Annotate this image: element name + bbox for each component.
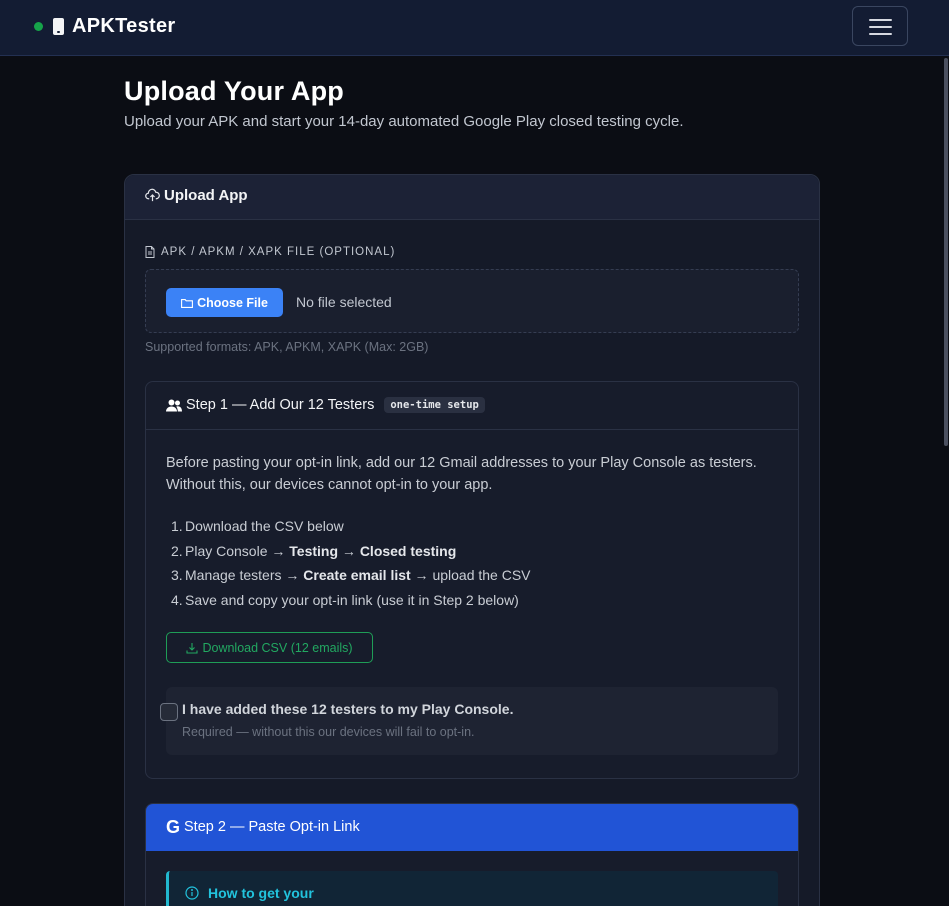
- step1-title: Step 1 — Add Our 12 Testers: [186, 397, 375, 413]
- step1-body: Before pasting your opt-in link, add our…: [166, 452, 778, 612]
- hamburger-line: [869, 26, 892, 28]
- info-icon: [185, 886, 199, 900]
- brand-name: APKTester: [72, 14, 176, 37]
- choose-file-button[interactable]: Choose File: [166, 288, 283, 317]
- navbar: APKTester: [0, 0, 949, 56]
- file-field-label: APK / APKM / XAPK FILE (OPTIONAL): [145, 246, 395, 258]
- menu-toggle-button[interactable]: [852, 6, 908, 46]
- step2-header: G Step 2 — Paste Opt-in Link: [146, 804, 798, 851]
- file-icon: [145, 246, 155, 258]
- step2-card: G Step 2 — Paste Opt-in Link How to get …: [145, 803, 799, 906]
- download-csv-label: Download CSV (12 emails): [202, 640, 353, 655]
- page-subtitle: Upload your APK and start your 14-day au…: [124, 113, 684, 130]
- step1-card: Step 1 — Add Our 12 Testers one-time set…: [145, 381, 799, 779]
- phone-icon: [53, 17, 64, 35]
- file-input[interactable]: Choose File No file selected: [145, 269, 799, 333]
- hamburger-line: [869, 33, 892, 35]
- testers-confirm-label[interactable]: I have added these 12 testers to my Play…: [182, 701, 513, 717]
- download-csv-button[interactable]: Download CSV (12 emails): [166, 632, 373, 663]
- testers-added-checkbox[interactable]: [160, 703, 178, 721]
- list-item: 4. Save and copy your opt-in link (use it…: [171, 591, 519, 608]
- step1-intro: Before pasting your opt-in link, add our…: [166, 455, 757, 493]
- upload-card-title: Upload App: [164, 187, 248, 204]
- google-icon: G: [166, 817, 181, 837]
- selected-file-name: No file selected: [296, 294, 392, 310]
- choose-file-label: Choose File: [197, 295, 268, 310]
- formats-hint: Supported formats: APK, APKM, XAPK (Max:…: [145, 340, 429, 354]
- hamburger-line: [869, 19, 892, 21]
- step1-header: Step 1 — Add Our 12 Testers one-time set…: [146, 382, 798, 430]
- file-field-label-text: APK / APKM / XAPK FILE (OPTIONAL): [161, 246, 396, 258]
- status-dot-icon: [34, 21, 43, 31]
- download-icon: [186, 642, 199, 654]
- step2-title: Step 2 — Paste Opt-in Link: [184, 819, 360, 835]
- step1-instructions: 1. Download the CSV below 2. Play Console …: [166, 514, 778, 612]
- list-item: 3. Manage testers → Create email list → u…: [171, 567, 531, 583]
- upload-card-header: Upload App: [125, 175, 819, 220]
- list-item: 2. Play Console → Testing → Closed testin…: [171, 542, 457, 559]
- testers-confirm-box: I have added these 12 testers to my Play…: [160, 687, 778, 755]
- folder-icon: [181, 298, 194, 308]
- testers-confirm-note: Required — without this our devices will…: [182, 725, 475, 739]
- people-icon: [166, 399, 182, 411]
- optin-info-text: How to get your: [208, 885, 314, 901]
- upload-card: Upload App APK / APKM / XAPK FILE (OPTIO…: [124, 174, 820, 906]
- list-item: 1. Download the CSV below: [171, 518, 344, 534]
- optin-info-alert: How to get your: [166, 871, 778, 906]
- cloud-upload-icon: [145, 188, 160, 202]
- brand-link[interactable]: APKTester: [34, 14, 175, 38]
- one-time-badge: one-time setup: [384, 397, 485, 413]
- page-title: Upload Your App: [124, 76, 344, 106]
- scrollbar-thumb[interactable]: [944, 58, 948, 446]
